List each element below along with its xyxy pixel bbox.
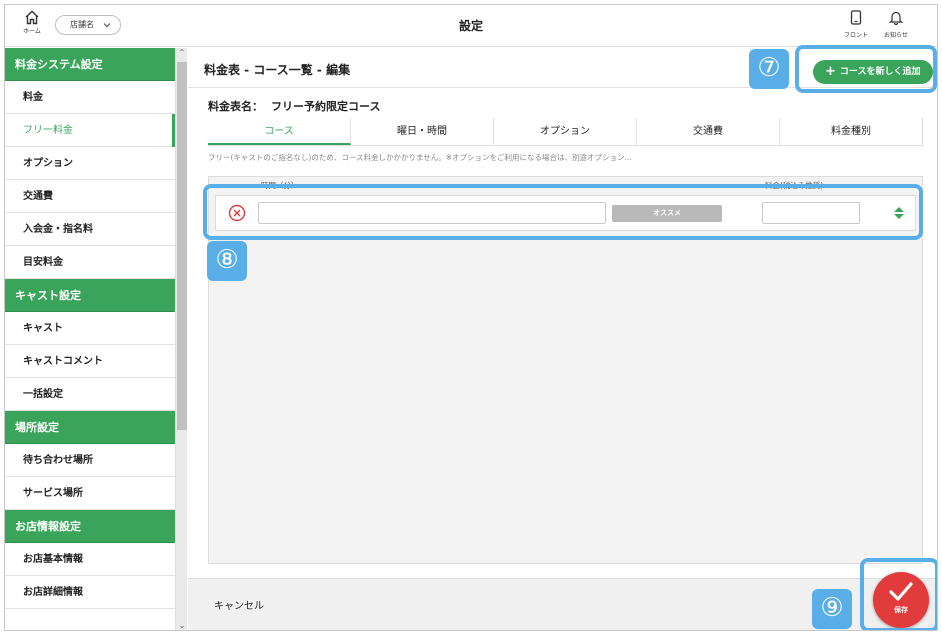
sidebar-item-transport[interactable]: 交通費 bbox=[5, 180, 175, 213]
tab-transport[interactable]: 交通費 bbox=[637, 118, 780, 145]
sidebar-heading-cast: キャスト設定 bbox=[5, 279, 175, 312]
scrollbar-thumb[interactable] bbox=[177, 62, 187, 430]
annotation-highlight-save bbox=[860, 558, 937, 630]
annotation-badge-8: ⑧ bbox=[207, 241, 247, 281]
sidebar-item-fee[interactable]: 料金 bbox=[5, 81, 175, 114]
sidebar-item-guide-fee[interactable]: 目安料金 bbox=[5, 246, 175, 279]
front-button[interactable]: フロント bbox=[839, 10, 873, 39]
front-label: フロント bbox=[843, 32, 868, 39]
cancel-button[interactable]: キャンセル bbox=[214, 597, 264, 612]
app-frame: ホーム 店舗名 設定 フロント お知らせ 料金システム設定 料金 フリー料金 オ… bbox=[4, 4, 938, 631]
sidebar-item-shop-detail[interactable]: お店詳細情報 bbox=[5, 576, 175, 609]
sidebar-scrollbar[interactable]: ⌃ ⌄ bbox=[175, 48, 187, 630]
sidebar-item-option[interactable]: オプション bbox=[5, 147, 175, 180]
annotation-badge-7: ⑦ bbox=[749, 49, 789, 89]
annotation-highlight-row bbox=[203, 184, 923, 240]
main-content: 料金表 - コース一覧 - 編集 + コースを新しく追加 料金表名： フリー予約限定… bbox=[188, 48, 937, 630]
sidebar-item-shop-basic[interactable]: お店基本情報 bbox=[5, 543, 175, 576]
fee-name-label: 料金表名： bbox=[208, 100, 263, 113]
notice-label: お知らせ bbox=[884, 32, 908, 39]
fee-table-name: 料金表名： フリー予約限定コース bbox=[208, 98, 380, 114]
sidebar-item-admission[interactable]: 入会金・指名料 bbox=[5, 213, 175, 246]
sidebar-item-bulk-setting[interactable]: 一括設定 bbox=[5, 378, 175, 411]
course-note: フリー(キャストのご指名なし)のため、コース料金しかかかりません。※オプションを… bbox=[208, 153, 633, 162]
annotation-badge-9: ⑨ bbox=[812, 589, 852, 629]
tab-bar: コース 曜日・時間 オプション 交通費 料金種別 bbox=[208, 118, 923, 146]
scroll-up-icon[interactable]: ⌃ bbox=[176, 48, 188, 57]
scroll-down-icon[interactable]: ⌄ bbox=[176, 621, 188, 630]
sidebar-item-cast[interactable]: キャスト bbox=[5, 312, 175, 345]
sidebar-item-service-place[interactable]: サービス場所 bbox=[5, 477, 175, 510]
bell-icon bbox=[888, 11, 904, 26]
tab-fee-type[interactable]: 料金種別 bbox=[780, 118, 923, 145]
sidebar-heading-shop-info: お店情報設定 bbox=[5, 510, 175, 543]
sidebar: 料金システム設定 料金 フリー料金 オプション 交通費 入会金・指名料 目安料金… bbox=[5, 48, 175, 630]
sidebar-item-cast-comment[interactable]: キャストコメント bbox=[5, 345, 175, 378]
sidebar-heading-fee-system: 料金システム設定 bbox=[5, 48, 175, 81]
tab-course[interactable]: コース bbox=[208, 118, 351, 145]
sidebar-item-meeting-place[interactable]: 待ち合わせ場所 bbox=[5, 444, 175, 477]
page-title: 設定 bbox=[458, 19, 483, 33]
tab-option[interactable]: オプション bbox=[494, 118, 637, 145]
fee-name-value: フリー予約限定コース bbox=[271, 100, 381, 113]
content-title: 料金表 - コース一覧 - 編集 bbox=[204, 63, 351, 77]
notice-button[interactable]: お知らせ bbox=[879, 10, 913, 39]
tab-day-time[interactable]: 曜日・時間 bbox=[351, 118, 494, 145]
sidebar-heading-place: 場所設定 bbox=[5, 411, 175, 444]
top-bar: ホーム 店舗名 設定 フロント お知らせ bbox=[5, 5, 937, 47]
sidebar-item-free-fee[interactable]: フリー料金 bbox=[5, 114, 175, 147]
phone-icon bbox=[850, 10, 862, 25]
annotation-highlight-add bbox=[795, 45, 937, 93]
